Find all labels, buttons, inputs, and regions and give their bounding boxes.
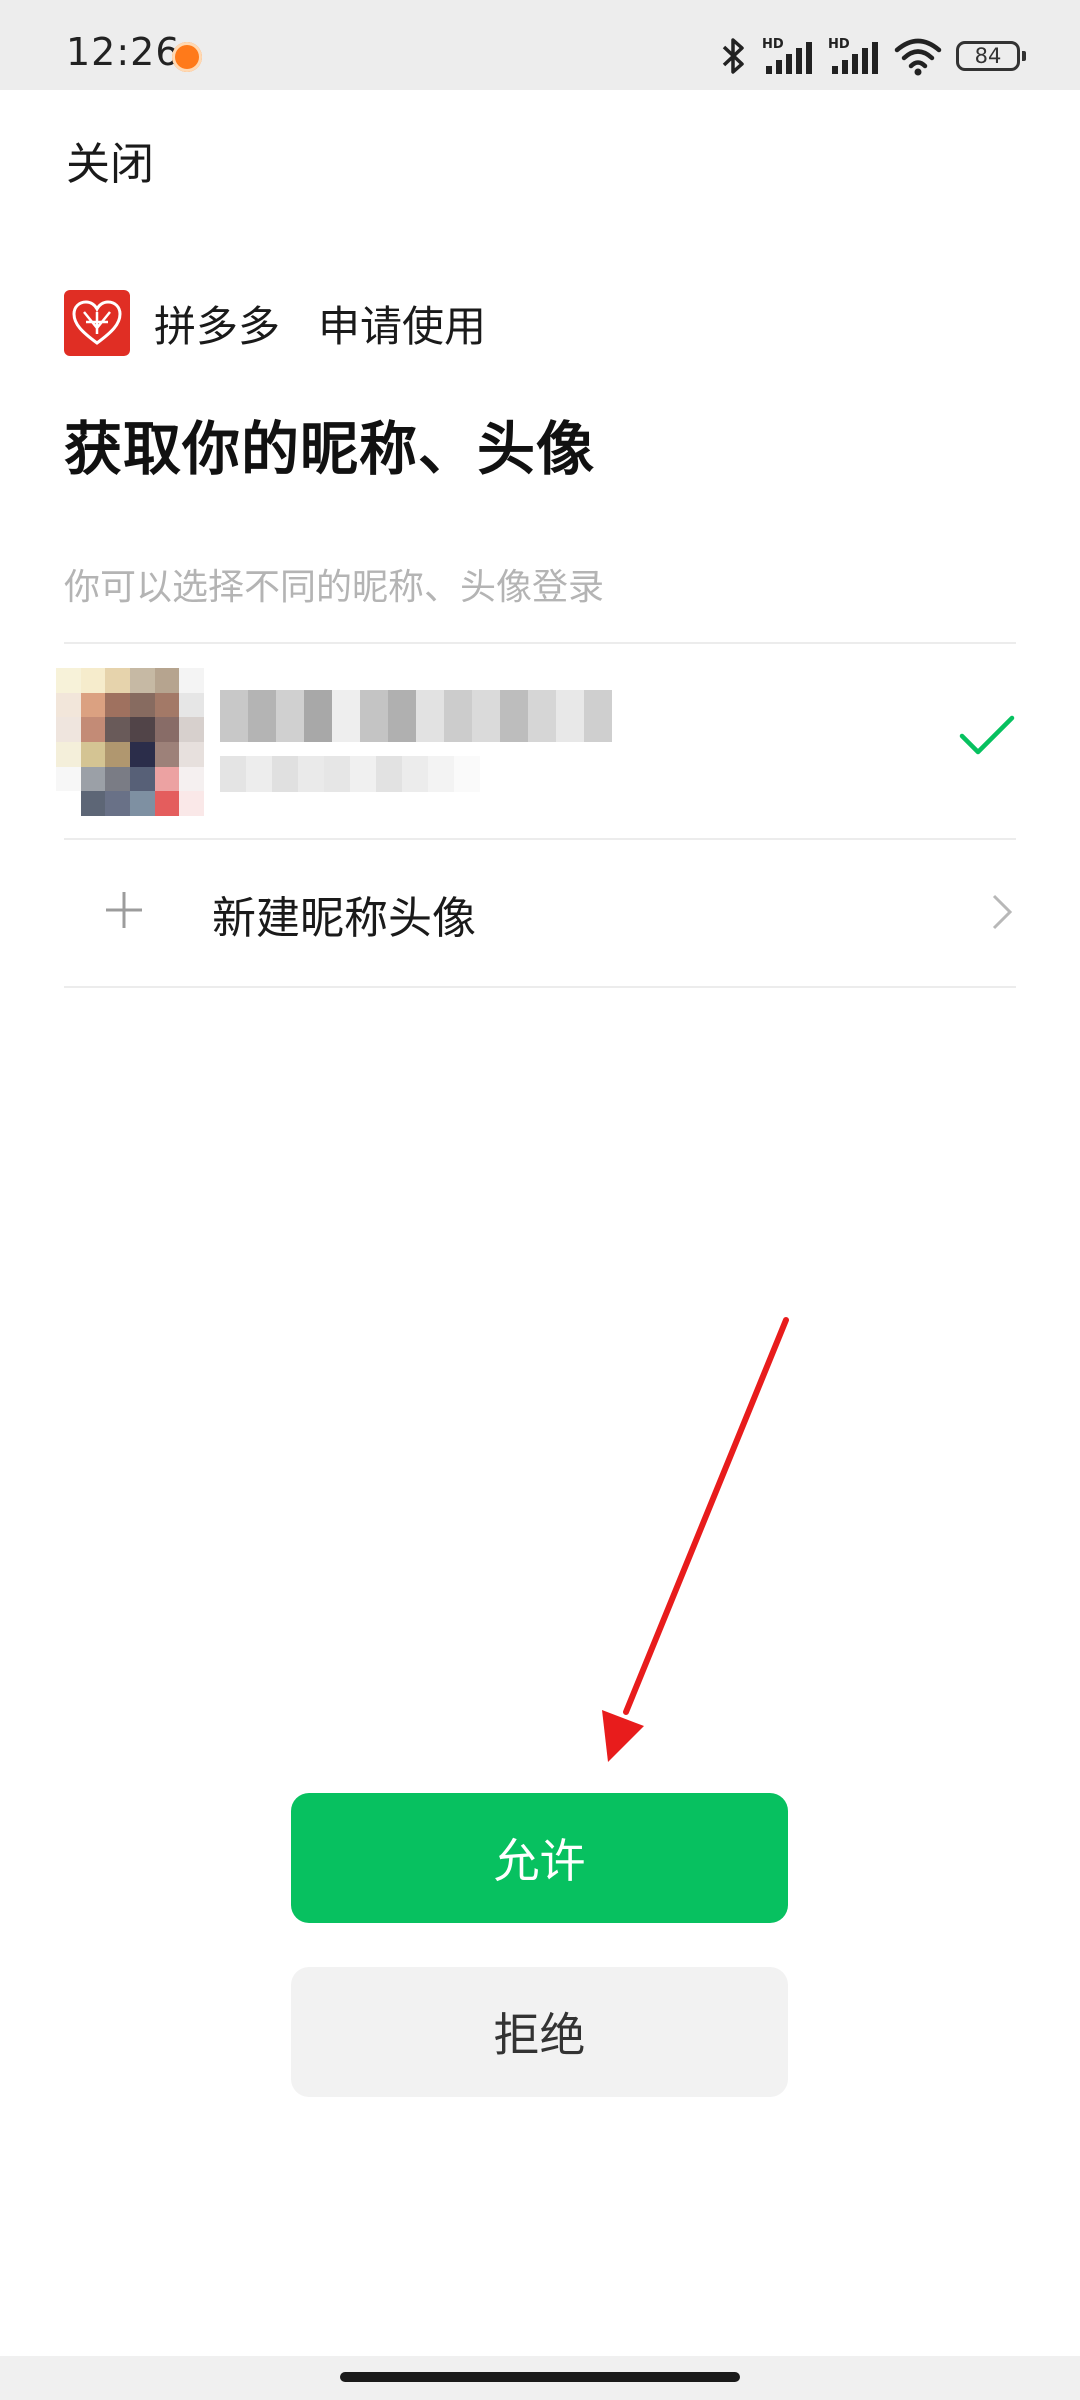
- divider: [64, 986, 1016, 988]
- check-icon: [959, 715, 1015, 755]
- home-indicator[interactable]: [340, 2372, 740, 2382]
- new-profile-button[interactable]: 新建昵称头像: [64, 840, 1016, 986]
- avatar: [56, 668, 204, 816]
- status-icons: HD HD 84: [718, 36, 1026, 76]
- hd-signal-icon: HD: [762, 37, 812, 74]
- app-request-row: 拼多多 申请使用: [64, 290, 486, 356]
- app-name: 拼多多: [154, 301, 281, 351]
- bluetooth-icon: [722, 38, 744, 74]
- redacted-subtitle: [220, 756, 480, 792]
- profile-option[interactable]: [56, 668, 1016, 818]
- wifi-icon: [894, 38, 942, 76]
- heart-logo-icon: [72, 300, 122, 345]
- orange-app-dot-icon: [172, 42, 202, 72]
- status-time: 12:26: [66, 30, 181, 74]
- app-request-text: 申请使用: [318, 301, 487, 351]
- status-bar: 12:26 HD HD 84: [0, 0, 1080, 90]
- battery-icon: 84: [956, 41, 1026, 71]
- plus-icon: [106, 892, 142, 928]
- svg-text:HD: HD: [828, 37, 850, 52]
- navigation-bar: [0, 2356, 1080, 2400]
- pinduoduo-logo: [64, 290, 130, 356]
- deny-button[interactable]: 拒绝: [291, 1967, 788, 2097]
- redacted-nickname: [220, 690, 612, 742]
- new-profile-label: 新建昵称头像: [212, 893, 476, 944]
- close-button[interactable]: 关闭: [66, 128, 154, 192]
- page-title: 获取你的昵称、头像: [64, 415, 596, 483]
- chevron-right-icon: [992, 894, 1013, 930]
- hint-text: 你可以选择不同的昵称、头像登录: [64, 567, 605, 608]
- divider: [64, 642, 1016, 644]
- svg-text:HD: HD: [762, 37, 784, 52]
- hd-signal-icon: HD: [828, 37, 878, 74]
- battery-level: 84: [974, 44, 1002, 68]
- allow-button[interactable]: 允许: [291, 1793, 788, 1923]
